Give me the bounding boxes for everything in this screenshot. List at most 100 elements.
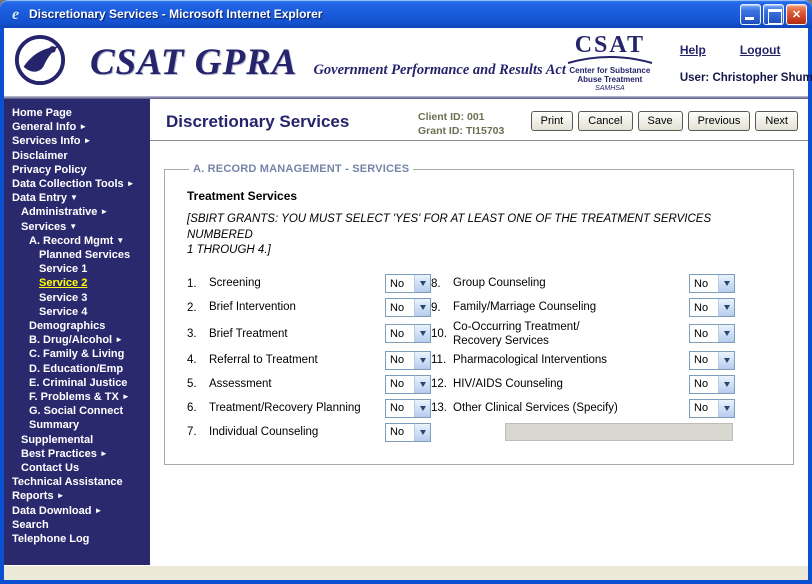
dropdown-arrow-icon[interactable]	[718, 376, 734, 393]
previous-button[interactable]: Previous	[688, 111, 751, 131]
dropdown-arrow-icon[interactable]	[718, 299, 734, 316]
service-item-control: No	[385, 322, 431, 346]
cancel-button[interactable]: Cancel	[578, 111, 632, 131]
sidebar-item-reports[interactable]: Reports►	[4, 489, 150, 503]
close-button[interactable]	[786, 4, 807, 25]
referral-to-treatment-select[interactable]: No	[385, 351, 431, 370]
service-item-label: 12.HIV/AIDS Counseling	[431, 372, 689, 396]
dropdown-arrow-icon[interactable]	[414, 376, 430, 393]
service-item-control: No	[689, 348, 741, 372]
other-clinical-services-select[interactable]: No	[689, 399, 735, 418]
sidebar-item-search[interactable]: Search	[4, 518, 150, 532]
sidebar-item-contact-us[interactable]: Contact Us	[4, 461, 150, 475]
group-counseling-select[interactable]: No	[689, 274, 735, 293]
select-value: No	[386, 354, 414, 366]
submenu-arrow-icon: ►	[83, 136, 91, 145]
brand-subtitle: Government Performance and Results Act	[313, 62, 565, 79]
sidebar-item-disclaimer[interactable]: Disclaimer	[4, 149, 150, 163]
sidebar-item-summary[interactable]: Summary	[4, 418, 150, 432]
individual-counseling-select[interactable]: No	[385, 423, 431, 442]
sidebar-item-demographics[interactable]: Demographics	[4, 319, 150, 333]
service-item-control: No	[385, 296, 431, 320]
submenu-arrow-icon: ►	[79, 122, 87, 131]
dropdown-arrow-icon[interactable]	[718, 325, 734, 342]
sidebar-item-home-page[interactable]: Home Page	[4, 106, 150, 120]
title-bar[interactable]: Discretionary Services - Microsoft Inter…	[0, 0, 812, 28]
brief-intervention-select[interactable]: No	[385, 298, 431, 317]
item-number: 9.	[431, 302, 453, 314]
dropdown-arrow-icon[interactable]	[414, 299, 430, 316]
select-value: No	[690, 354, 718, 366]
dropdown-arrow-icon[interactable]	[414, 400, 430, 417]
dropdown-arrow-icon[interactable]	[414, 275, 430, 292]
pharmacological-interventions-select[interactable]: No	[689, 351, 735, 370]
toolbar: Print Cancel Save Previous Next	[531, 111, 798, 131]
service-item-label: 5.Assessment	[187, 372, 385, 396]
submenu-arrow-icon: ►	[115, 335, 123, 344]
sidebar-item-c-family-living[interactable]: C. Family & Living	[4, 347, 150, 361]
sidebar-item-general-info[interactable]: General Info►	[4, 120, 150, 134]
select-value: No	[690, 402, 718, 414]
sidebar-item-services-info[interactable]: Services Info►	[4, 134, 150, 148]
sidebar-item-privacy-policy[interactable]: Privacy Policy	[4, 163, 150, 177]
submenu-arrow-icon: ▼	[69, 222, 77, 231]
csat-samhsa-logo: CSAT Center for Substance Abuse Treatmen…	[566, 33, 654, 92]
service-item-label: 7.Individual Counseling	[187, 420, 385, 444]
sidebar-item-data-download[interactable]: Data Download►	[4, 504, 150, 518]
other-clinical-services-specify-input	[505, 423, 733, 441]
sidebar-item-data-entry[interactable]: Data Entry▼	[4, 191, 150, 205]
family-marriage-counseling-select[interactable]: No	[689, 298, 735, 317]
item-number: 2.	[187, 302, 209, 314]
sidebar-item-administrative[interactable]: Administrative►	[4, 205, 150, 219]
logout-link[interactable]: Logout	[740, 43, 781, 57]
item-number: 7.	[187, 426, 209, 438]
minimize-button[interactable]	[740, 4, 761, 25]
service-item-label: 3.Brief Treatment	[187, 322, 385, 346]
select-value: No	[386, 278, 414, 290]
dropdown-arrow-icon[interactable]	[414, 325, 430, 342]
item-number: 3.	[187, 328, 209, 340]
dropdown-arrow-icon[interactable]	[718, 400, 734, 417]
co-occurring-treatment-select[interactable]: No	[689, 324, 735, 343]
print-button[interactable]: Print	[531, 111, 574, 131]
brief-treatment-select[interactable]: No	[385, 324, 431, 343]
sidebar-item-g-social-connect[interactable]: G. Social Connect	[4, 404, 150, 418]
sidebar-item-technical-assistance[interactable]: Technical Assistance	[4, 475, 150, 489]
hiv-aids-counseling-select[interactable]: No	[689, 375, 735, 394]
page-title: Discretionary Services	[166, 112, 418, 132]
masthead-links: Help Logout	[680, 43, 812, 57]
next-button[interactable]: Next	[755, 111, 798, 131]
sidebar-item-service-3[interactable]: Service 3	[4, 291, 150, 305]
sidebar-item-e-criminal-justice[interactable]: E. Criminal Justice	[4, 376, 150, 390]
maximize-button[interactable]	[763, 4, 784, 25]
treatment-recovery-planning-select[interactable]: No	[385, 399, 431, 418]
sidebar-item-f-problems-tx[interactable]: F. Problems & TX►	[4, 390, 150, 404]
service-item-control: No	[385, 372, 431, 396]
user-label: User: Christopher Shumway	[680, 72, 812, 84]
assessment-select[interactable]: No	[385, 375, 431, 394]
item-number: 13.	[431, 402, 453, 414]
sidebar-item-b-drug-alcohol[interactable]: B. Drug/Alcohol►	[4, 333, 150, 347]
dropdown-arrow-icon[interactable]	[718, 275, 734, 292]
sidebar-item-best-practices[interactable]: Best Practices►	[4, 447, 150, 461]
sidebar-item-data-collection-tools[interactable]: Data Collection Tools►	[4, 177, 150, 191]
sidebar-item-service-2[interactable]: Service 2	[4, 276, 150, 290]
service-item-control: No	[689, 372, 741, 396]
screening-select[interactable]: No	[385, 274, 431, 293]
dropdown-arrow-icon[interactable]	[414, 424, 430, 441]
save-button[interactable]: Save	[638, 111, 683, 131]
submenu-arrow-icon: ►	[100, 207, 108, 216]
help-link[interactable]: Help	[680, 43, 706, 57]
sidebar-item-services[interactable]: Services▼	[4, 220, 150, 234]
sidebar-item-service-1[interactable]: Service 1	[4, 262, 150, 276]
record-management-fieldset: A. RECORD MANAGEMENT - SERVICES Treatmen…	[164, 163, 794, 465]
sidebar-item-planned-services[interactable]: Planned Services	[4, 248, 150, 262]
sidebar-item-d-education-emp[interactable]: D. Education/Emp	[4, 362, 150, 376]
sidebar-item-service-4[interactable]: Service 4	[4, 305, 150, 319]
sidebar-item-supplemental[interactable]: Supplemental	[4, 433, 150, 447]
dropdown-arrow-icon[interactable]	[718, 352, 734, 369]
service-item-control: No	[385, 420, 431, 444]
sidebar-item-telephone-log[interactable]: Telephone Log	[4, 532, 150, 546]
dropdown-arrow-icon[interactable]	[414, 352, 430, 369]
sidebar-item-a-record-mgmt[interactable]: A. Record Mgmt▼	[4, 234, 150, 248]
